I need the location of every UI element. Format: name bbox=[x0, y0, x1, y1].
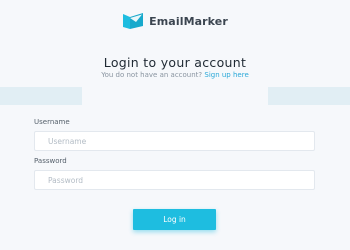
decorative-band-left bbox=[0, 87, 82, 105]
page-title: Login to your account bbox=[103, 55, 247, 70]
brand-logo: EmailMarker bbox=[0, 12, 350, 30]
signup-link[interactable]: Sign up here bbox=[204, 71, 248, 79]
signup-prompt-text: You do not have an account? bbox=[101, 71, 203, 79]
username-input[interactable] bbox=[34, 131, 315, 151]
login-button[interactable]: Log in bbox=[133, 209, 216, 230]
username-label: Username bbox=[34, 118, 70, 126]
password-input[interactable] bbox=[34, 170, 315, 190]
signup-prompt: You do not have an account? Sign up here bbox=[0, 71, 350, 79]
envelope-logo-icon bbox=[123, 13, 144, 29]
password-label: Password bbox=[34, 157, 67, 165]
decorative-band-right bbox=[268, 87, 350, 105]
brand-name: EmailMarker bbox=[149, 14, 228, 28]
